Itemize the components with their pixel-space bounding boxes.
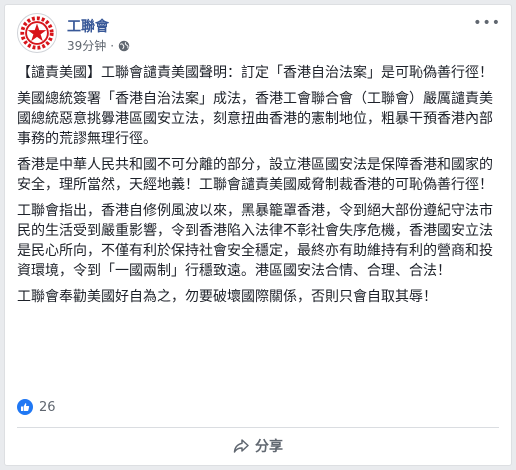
post-header: 工聯會 39分钟 · •••: [17, 13, 500, 59]
post-paragraph: 【譴責美國】工聯會譴責美國聲明：訂定「香港自治法案」是可恥偽善行徑！: [17, 65, 493, 81]
page-name-link[interactable]: 工聯會: [67, 16, 109, 36]
post-paragraph: 美國總統簽署「香港自治法案」成法，香港工會聯合會（工聯會）嚴厲譴責美國總統惡意挑…: [17, 91, 493, 147]
action-divider: [17, 427, 499, 428]
share-arrow-icon: [233, 439, 249, 453]
post-paragraph: 工聯會指出，香港自修例風波以來，黑暴籠罩香港，令到絕大部份遵紀守法市民的生活受到…: [17, 203, 493, 279]
post-card: 工聯會 39分钟 · ••• 【譴責美國】工聯會譴責美國聲明：訂定「香港自治法案…: [4, 4, 512, 466]
more-options-icon[interactable]: •••: [473, 15, 501, 31]
reaction-count[interactable]: 26: [39, 400, 56, 415]
post-paragraph: 工聯會奉勸美國好自為之，勿要破壞國際關係，否則只會自取其辱！: [17, 289, 437, 305]
share-label: 分享: [255, 439, 283, 455]
page-avatar[interactable]: [17, 13, 57, 53]
post-paragraph: 香港是中華人民共和國不可分離的部分，設立港區國安法是保障香港和國家的安全，理所當…: [17, 157, 493, 193]
like-icon: [17, 399, 33, 415]
post-meta: 39分钟 ·: [67, 37, 130, 54]
union-logo-icon: [20, 16, 54, 50]
post-timestamp[interactable]: 39分钟: [67, 37, 106, 54]
reactions-summary[interactable]: 26: [17, 399, 56, 415]
share-button[interactable]: 分享: [5, 431, 511, 461]
post-body: 【譴責美國】工聯會譴責美國聲明：訂定「香港自治法案」是可恥偽善行徑！ 美國總統簽…: [17, 63, 501, 313]
meta-separator: ·: [110, 38, 115, 53]
globe-icon[interactable]: [118, 40, 130, 52]
